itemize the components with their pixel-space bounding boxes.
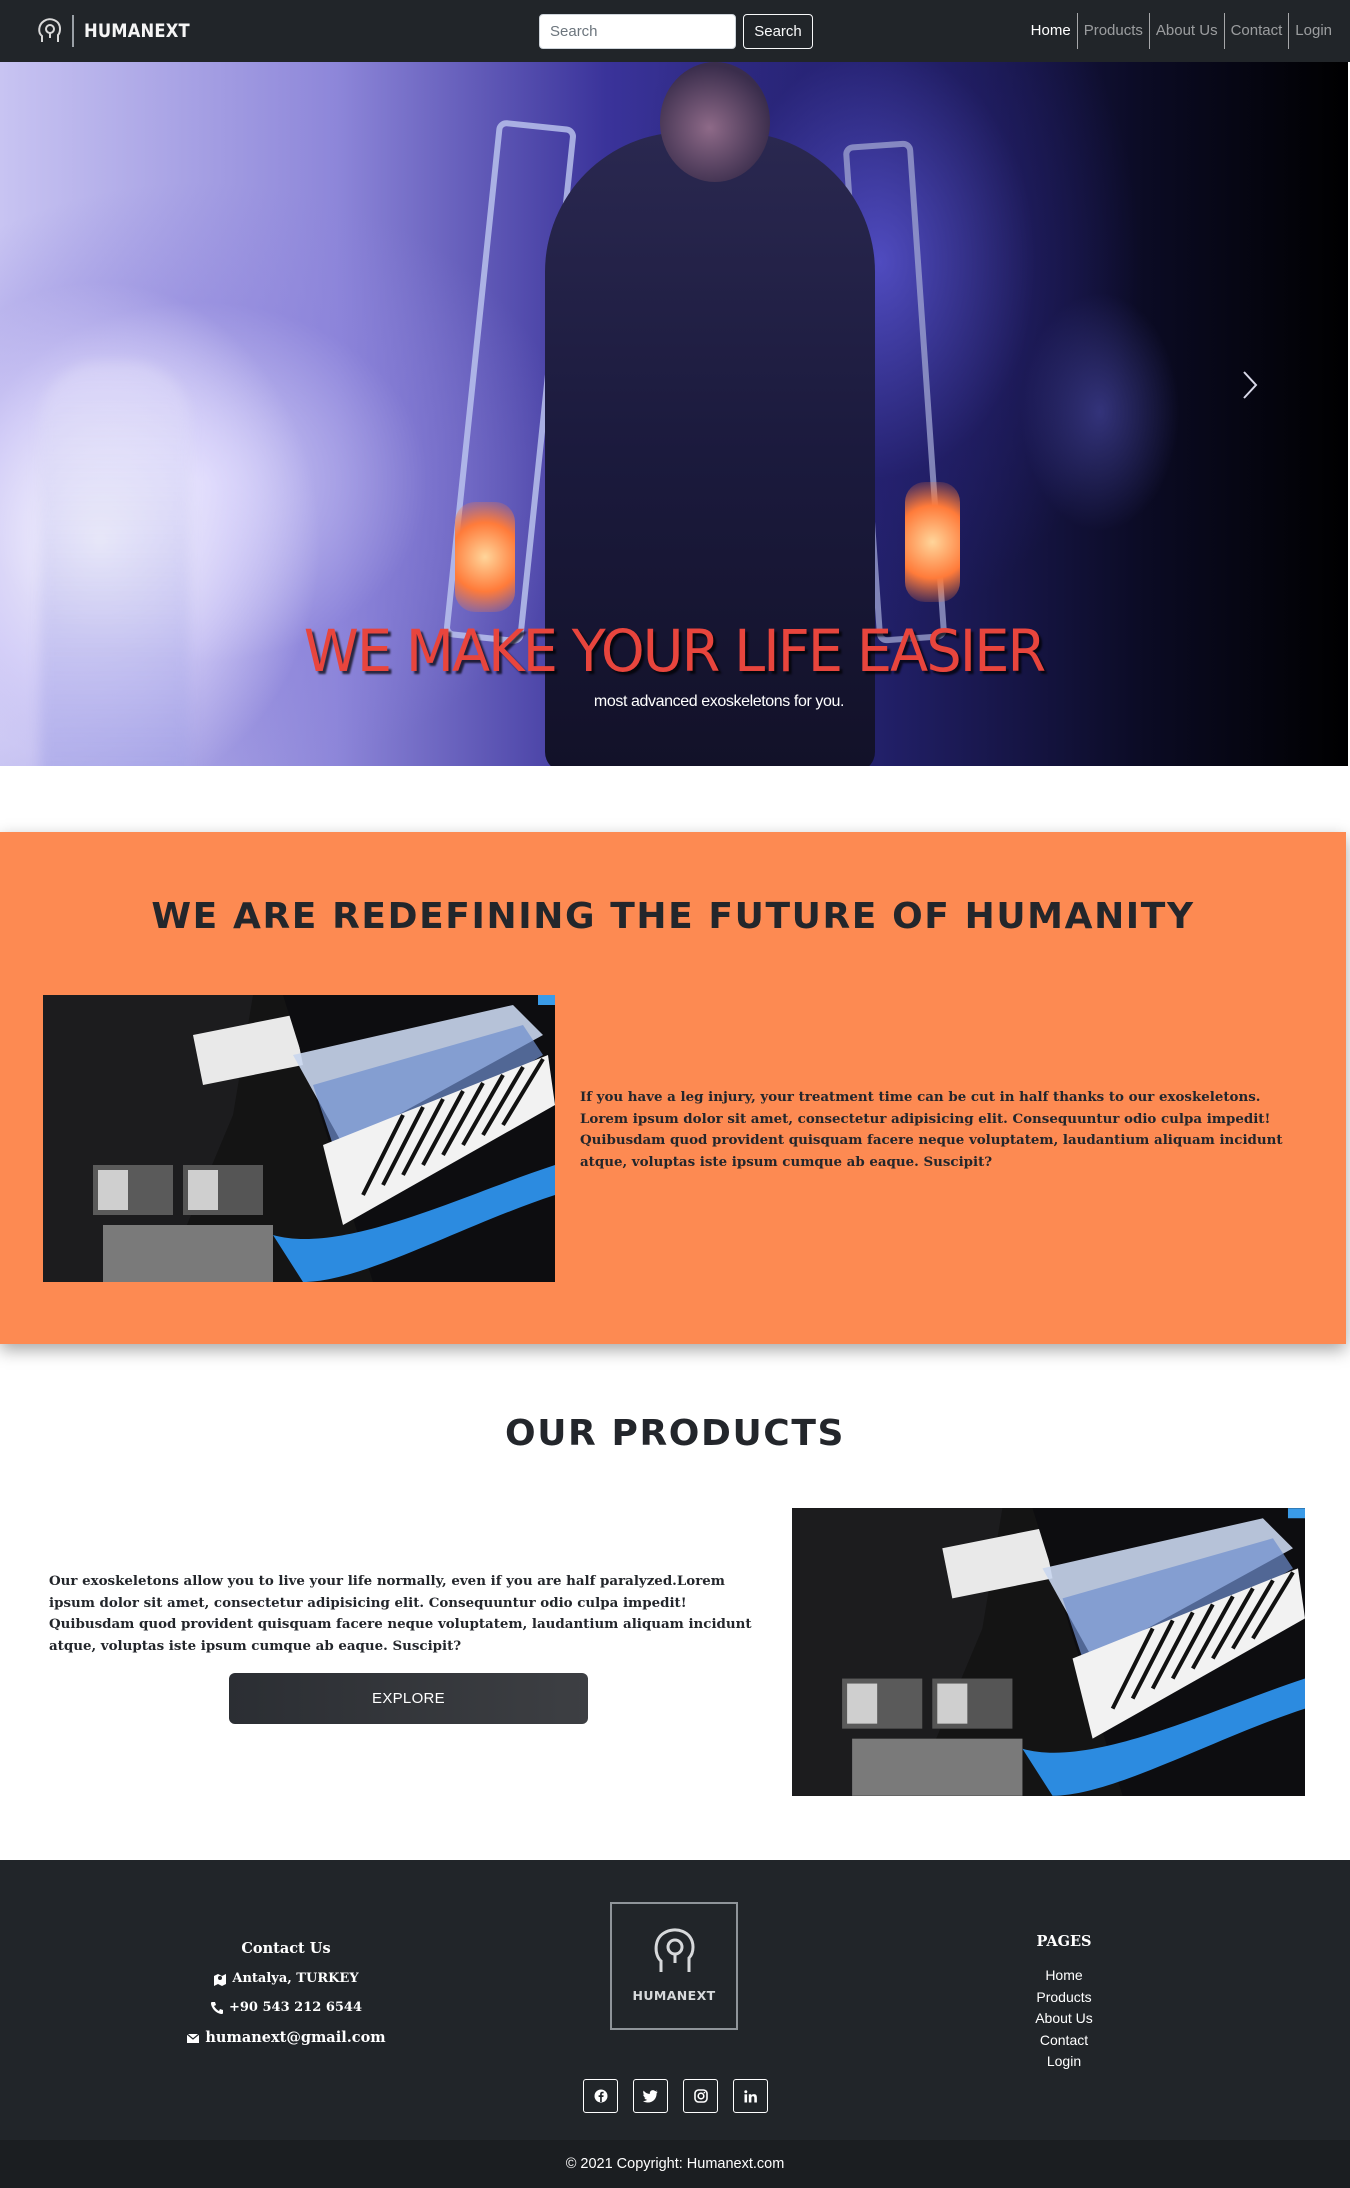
robot-piano-image — [43, 995, 555, 1282]
search-button[interactable]: Search — [743, 14, 813, 49]
about-section: WE ARE REDEFINING THE FUTURE OF HUMANITY — [0, 832, 1346, 1344]
robot-piano-illustration — [43, 995, 555, 1282]
twitter-icon — [643, 2089, 658, 2102]
about-text: If you have a leg injury, your treatment… — [580, 1089, 1283, 1170]
contact-title: Contact Us — [241, 1940, 331, 1957]
product-image — [792, 1508, 1305, 1796]
footer-link-about-us[interactable]: About Us — [964, 2008, 1164, 2030]
nav-link-products[interactable]: Products — [1076, 13, 1149, 49]
hero-background-people — [1020, 292, 1180, 532]
footer-link-contact[interactable]: Contact — [964, 2030, 1164, 2052]
products-heading: OUR PRODUCTS — [504, 1413, 846, 1454]
chevron-right-icon[interactable] — [1242, 370, 1258, 400]
instagram-icon — [693, 2089, 708, 2103]
footer-bottom-bar: © 2021 Copyright: Humanext.com — [0, 2140, 1350, 2188]
instagram-button[interactable] — [683, 2079, 718, 2113]
footer-contact: Contact Us Antalya, TURKEY +90 543 212 6… — [136, 1940, 436, 2060]
footer-link-products[interactable]: Products — [964, 1987, 1164, 2009]
hero-subtitle: most advanced exoskeletons for you. — [593, 693, 845, 710]
about-heading: WE ARE REDEFINING THE FUTURE OF HUMANITY — [151, 896, 1195, 937]
footer-link-home[interactable]: Home — [964, 1965, 1164, 1987]
footer-link-login[interactable]: Login — [964, 2051, 1164, 2073]
facebook-icon — [594, 2089, 607, 2103]
map-icon — [214, 1973, 227, 1986]
footer-logo: HUMANEXT — [610, 1902, 738, 2030]
exoskeleton-glow-right — [905, 482, 960, 602]
linkedin-button[interactable] — [733, 2079, 768, 2113]
nav-link-contact[interactable]: Contact — [1223, 13, 1289, 49]
contact-phone-text: +90 543 212 6544 — [228, 2000, 362, 2015]
search-input[interactable] — [539, 14, 736, 49]
nav-link-home[interactable]: Home — [1025, 13, 1077, 49]
contact-email-text: humanext@gmail.com — [205, 2029, 386, 2046]
nav-link-login[interactable]: Login — [1288, 13, 1338, 49]
head-icon — [38, 18, 62, 42]
brand-divider — [72, 15, 74, 47]
brand-name: HUMANEXT — [84, 20, 190, 42]
hero-carousel: WE MAKE YOUR LIFE EASIER most advanced e… — [0, 62, 1348, 766]
phone-icon — [210, 2001, 223, 2014]
twitter-button[interactable] — [633, 2079, 668, 2113]
hero-title: WE MAKE YOUR LIFE EASIER — [303, 617, 1046, 685]
linkedin-icon — [744, 2089, 757, 2102]
contact-email[interactable]: humanext@gmail.com — [136, 2029, 436, 2046]
contact-address: Antalya, TURKEY — [136, 1971, 436, 1986]
envelope-icon — [187, 2033, 200, 2043]
footer: Contact Us Antalya, TURKEY +90 543 212 6… — [0, 1860, 1350, 2140]
head-icon — [654, 1928, 695, 1972]
footer-pages: PAGES Home Products About Us Contact Log… — [964, 1933, 1164, 2073]
facebook-button[interactable] — [583, 2079, 618, 2113]
copyright-text: © 2021 Copyright: Humanext.com — [565, 2156, 785, 2172]
nav-links: Home Products About Us Contact Login — [1025, 13, 1338, 49]
contact-address-text: Antalya, TURKEY — [232, 1971, 359, 1986]
explore-button[interactable]: EXPLORE — [229, 1673, 588, 1724]
navbar: HUMANEXT Search Home Products About Us C… — [0, 0, 1350, 62]
nav-link-about-us[interactable]: About Us — [1148, 13, 1224, 49]
footer-logo-text: HUMANEXT — [632, 1988, 716, 2003]
robot-piano-illustration — [792, 1508, 1305, 1796]
brand-logo[interactable]: HUMANEXT — [36, 14, 207, 48]
hero-figure-head — [660, 62, 770, 182]
products-text: Our exoskeletons allow you to live your … — [49, 1573, 752, 1654]
exoskeleton-glow-left — [455, 502, 515, 612]
pages-title: PAGES — [1036, 1933, 1092, 1950]
social-links — [583, 2079, 768, 2113]
contact-phone: +90 543 212 6544 — [136, 2000, 436, 2015]
